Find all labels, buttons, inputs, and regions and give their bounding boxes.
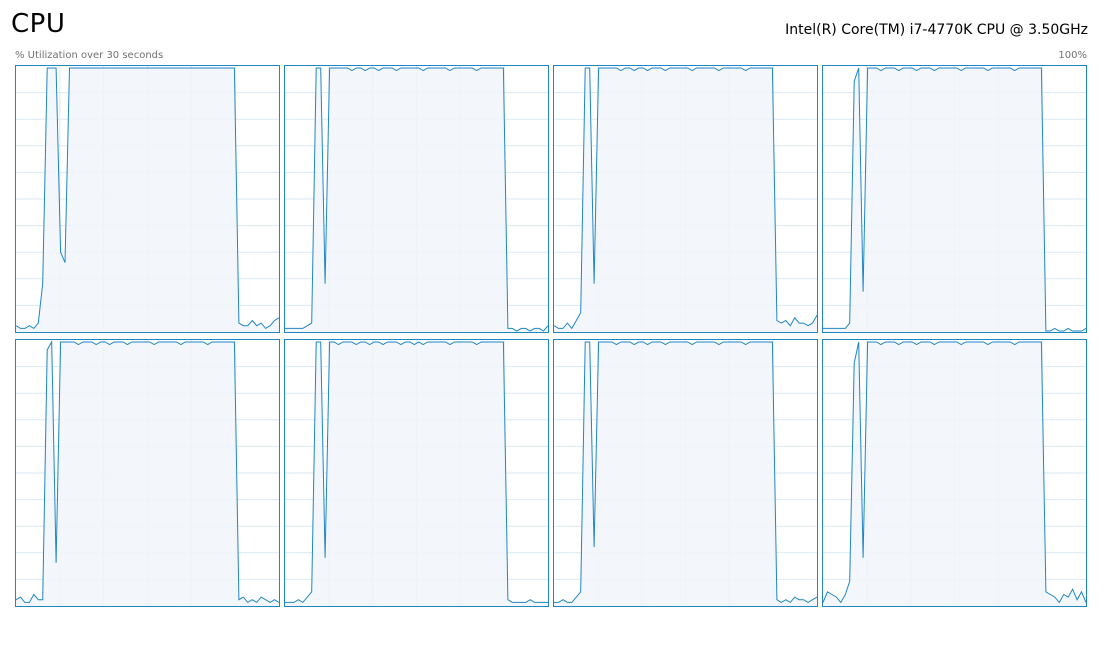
core-graph [822, 65, 1087, 333]
core-graph-plot [823, 66, 1086, 332]
cpu-model-name: Intel(R) Core(TM) i7-4770K CPU @ 3.50GHz [785, 22, 1088, 38]
utilization-area [823, 342, 1086, 606]
core-graph [284, 65, 549, 333]
utilization-label: % Utilization over 30 seconds [15, 50, 164, 61]
utilization-area [554, 342, 817, 606]
core-graph-plot [285, 340, 548, 606]
utilization-area [16, 342, 279, 606]
core-graph [553, 65, 818, 333]
logical-processors-grid [15, 65, 1087, 608]
utilization-area [285, 342, 548, 606]
core-graph-plot [16, 340, 279, 606]
core-graph-plot [823, 340, 1086, 606]
core-graph [553, 339, 818, 607]
utilization-area [16, 68, 279, 332]
core-graph-plot [554, 340, 817, 606]
core-graph-plot [16, 66, 279, 332]
utilization-area [823, 68, 1086, 332]
core-graph [822, 339, 1087, 607]
page-title: CPU [11, 9, 66, 39]
utilization-area [554, 68, 817, 332]
core-graph-plot [554, 66, 817, 332]
max-scale-label: 100% [1058, 50, 1087, 61]
core-graph-plot [285, 66, 548, 332]
core-graph [284, 339, 549, 607]
core-graph [15, 65, 280, 333]
core-graph [15, 339, 280, 607]
utilization-area [285, 68, 548, 332]
